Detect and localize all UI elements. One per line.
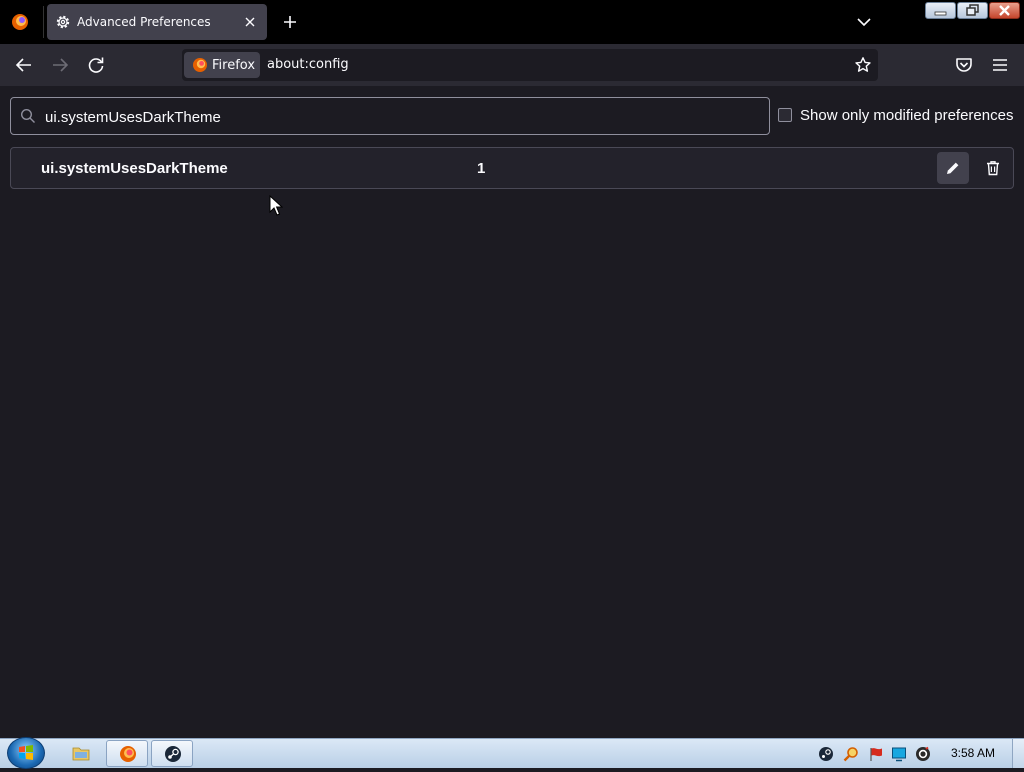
pencil-icon [947, 162, 959, 174]
tab-separator [43, 6, 44, 38]
minimize-window-button[interactable] [925, 2, 956, 19]
steam-tray-icon[interactable] [818, 746, 834, 762]
firefox-logo-icon [120, 746, 136, 762]
identity-label: Firefox [212, 58, 256, 73]
reload-icon[interactable] [85, 54, 107, 76]
start-button[interactable] [7, 737, 45, 769]
action-center-flag-icon[interactable] [868, 746, 884, 762]
preference-value[interactable]: 1 [477, 160, 485, 177]
folder-icon [72, 747, 90, 761]
taskbar: 3:58 AM [0, 737, 1024, 769]
star-icon[interactable] [854, 56, 872, 74]
search-icon [20, 108, 36, 124]
show-desktop-button[interactable] [1012, 739, 1024, 768]
restore-window-button[interactable] [957, 2, 988, 19]
taskbar-steam[interactable] [151, 740, 193, 767]
taskbar-explorer[interactable] [60, 740, 102, 767]
show-modified-label[interactable]: Show only modified preferences [800, 107, 1013, 124]
preference-row[interactable]: ui.systemUsesDarkTheme 1 [10, 147, 1014, 189]
chevron-down-icon[interactable] [855, 13, 873, 31]
tab-title: Advanced Preferences [77, 15, 211, 29]
close-window-button[interactable] [989, 2, 1020, 19]
firefox-view-icon[interactable] [10, 12, 30, 32]
navigation-toolbar: Firefox about:config [0, 44, 1024, 86]
taskbar-firefox[interactable] [106, 740, 148, 767]
pocket-icon[interactable] [953, 54, 975, 76]
address-bar[interactable]: Firefox about:config [182, 49, 878, 81]
identity-box[interactable]: Firefox [184, 52, 260, 78]
menu-icon[interactable] [989, 54, 1011, 76]
volume-icon[interactable] [915, 746, 931, 762]
trash-icon [987, 161, 999, 176]
edit-button[interactable] [937, 152, 969, 184]
tab-advanced-preferences[interactable]: Advanced Preferences [47, 4, 267, 40]
preference-search-box[interactable] [10, 97, 770, 136]
new-tab-icon[interactable] [280, 12, 300, 32]
forward-arrow-icon[interactable] [49, 54, 71, 76]
steam-icon [165, 746, 181, 762]
page-content: Show only modified preferences ui.system… [0, 86, 1024, 738]
taskbar-clock[interactable]: 3:58 AM [951, 746, 995, 760]
network-monitor-icon[interactable] [891, 746, 907, 762]
search-input[interactable] [43, 98, 747, 136]
tab-strip: Advanced Preferences [0, 0, 1024, 44]
windows-logo-icon [19, 745, 33, 760]
delete-button[interactable] [977, 152, 1009, 184]
url-text[interactable]: about:config [267, 57, 349, 72]
mouse-pointer-icon [269, 194, 284, 217]
preference-name: ui.systemUsesDarkTheme [41, 160, 228, 177]
close-tab-icon[interactable] [241, 13, 259, 31]
firefox-logo-icon [192, 57, 208, 73]
gear-icon [55, 14, 71, 30]
back-arrow-icon[interactable] [13, 54, 35, 76]
show-modified-checkbox[interactable] [778, 108, 792, 122]
search-tray-icon[interactable] [843, 746, 859, 762]
